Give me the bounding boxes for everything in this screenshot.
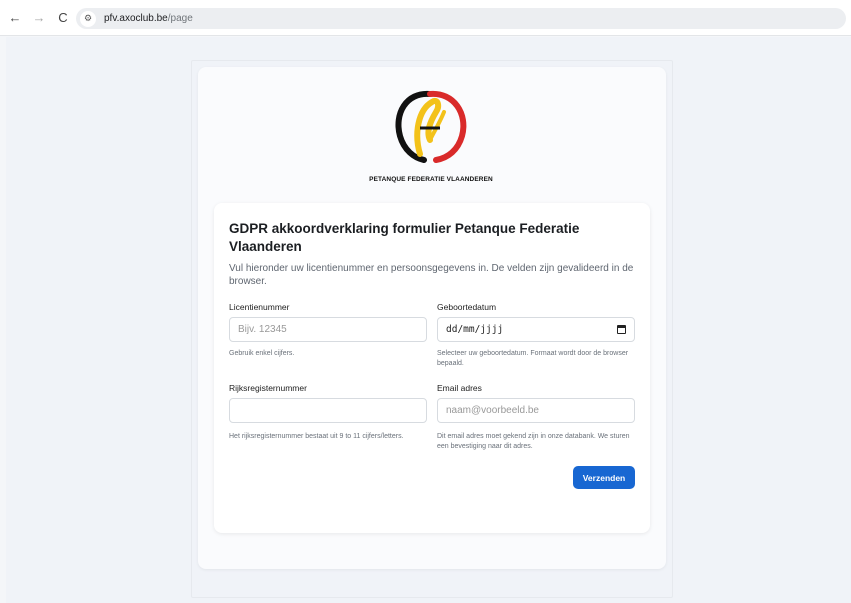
address-bar[interactable]: ⚙ pfv.axoclub.be/page [76, 8, 846, 29]
browser-toolbar: ← → C ⚙ pfv.axoclub.be/page [0, 0, 851, 36]
national-number-help: Het rijksregisternummer bestaat uit 9 to… [229, 433, 404, 440]
site-settings-icon[interactable]: ⚙ [80, 10, 96, 27]
submit-button[interactable]: Verzenden [573, 466, 635, 489]
birthdate-placeholder: dd/mm/jjjj [446, 324, 504, 335]
birthdate-input[interactable]: dd/mm/jjjj [437, 317, 635, 342]
email-label: Email adres [437, 383, 482, 393]
form-title: GDPR akkoordverklaring formulier Petanqu… [229, 221, 580, 254]
forward-icon[interactable]: → [30, 9, 48, 27]
back-icon[interactable]: ← [6, 9, 24, 27]
license-help: Gebruik enkel cijfers. [229, 350, 295, 357]
calendar-icon[interactable] [617, 325, 626, 334]
reload-icon[interactable]: C [54, 9, 72, 27]
logo-caption: PETANQUE FEDERATIE VLAANDEREN [369, 176, 493, 183]
email-help: Dit email adres moet gekend zijn in onze… [437, 433, 630, 450]
license-label: Licentienummer [229, 302, 290, 312]
url-path: /page [167, 13, 193, 24]
url-text[interactable]: pfv.axoclub.be/page [104, 13, 193, 24]
national-number-input[interactable] [229, 398, 427, 423]
birthdate-help: Selecteer uw geboortedatum. Formaat word… [437, 350, 629, 367]
email-input[interactable]: naam@voorbeeld.be [437, 398, 635, 423]
national-number-label: Rijksregisternummer [229, 383, 307, 393]
license-input[interactable]: Bijv. 12345 [229, 317, 427, 342]
url-host: pfv.axoclub.be [104, 13, 168, 24]
birthdate-label: Geboortedatum [437, 302, 497, 312]
form-intro: Vul hieronder uw licentienummer en perso… [229, 263, 634, 287]
federation-logo [395, 90, 467, 163]
